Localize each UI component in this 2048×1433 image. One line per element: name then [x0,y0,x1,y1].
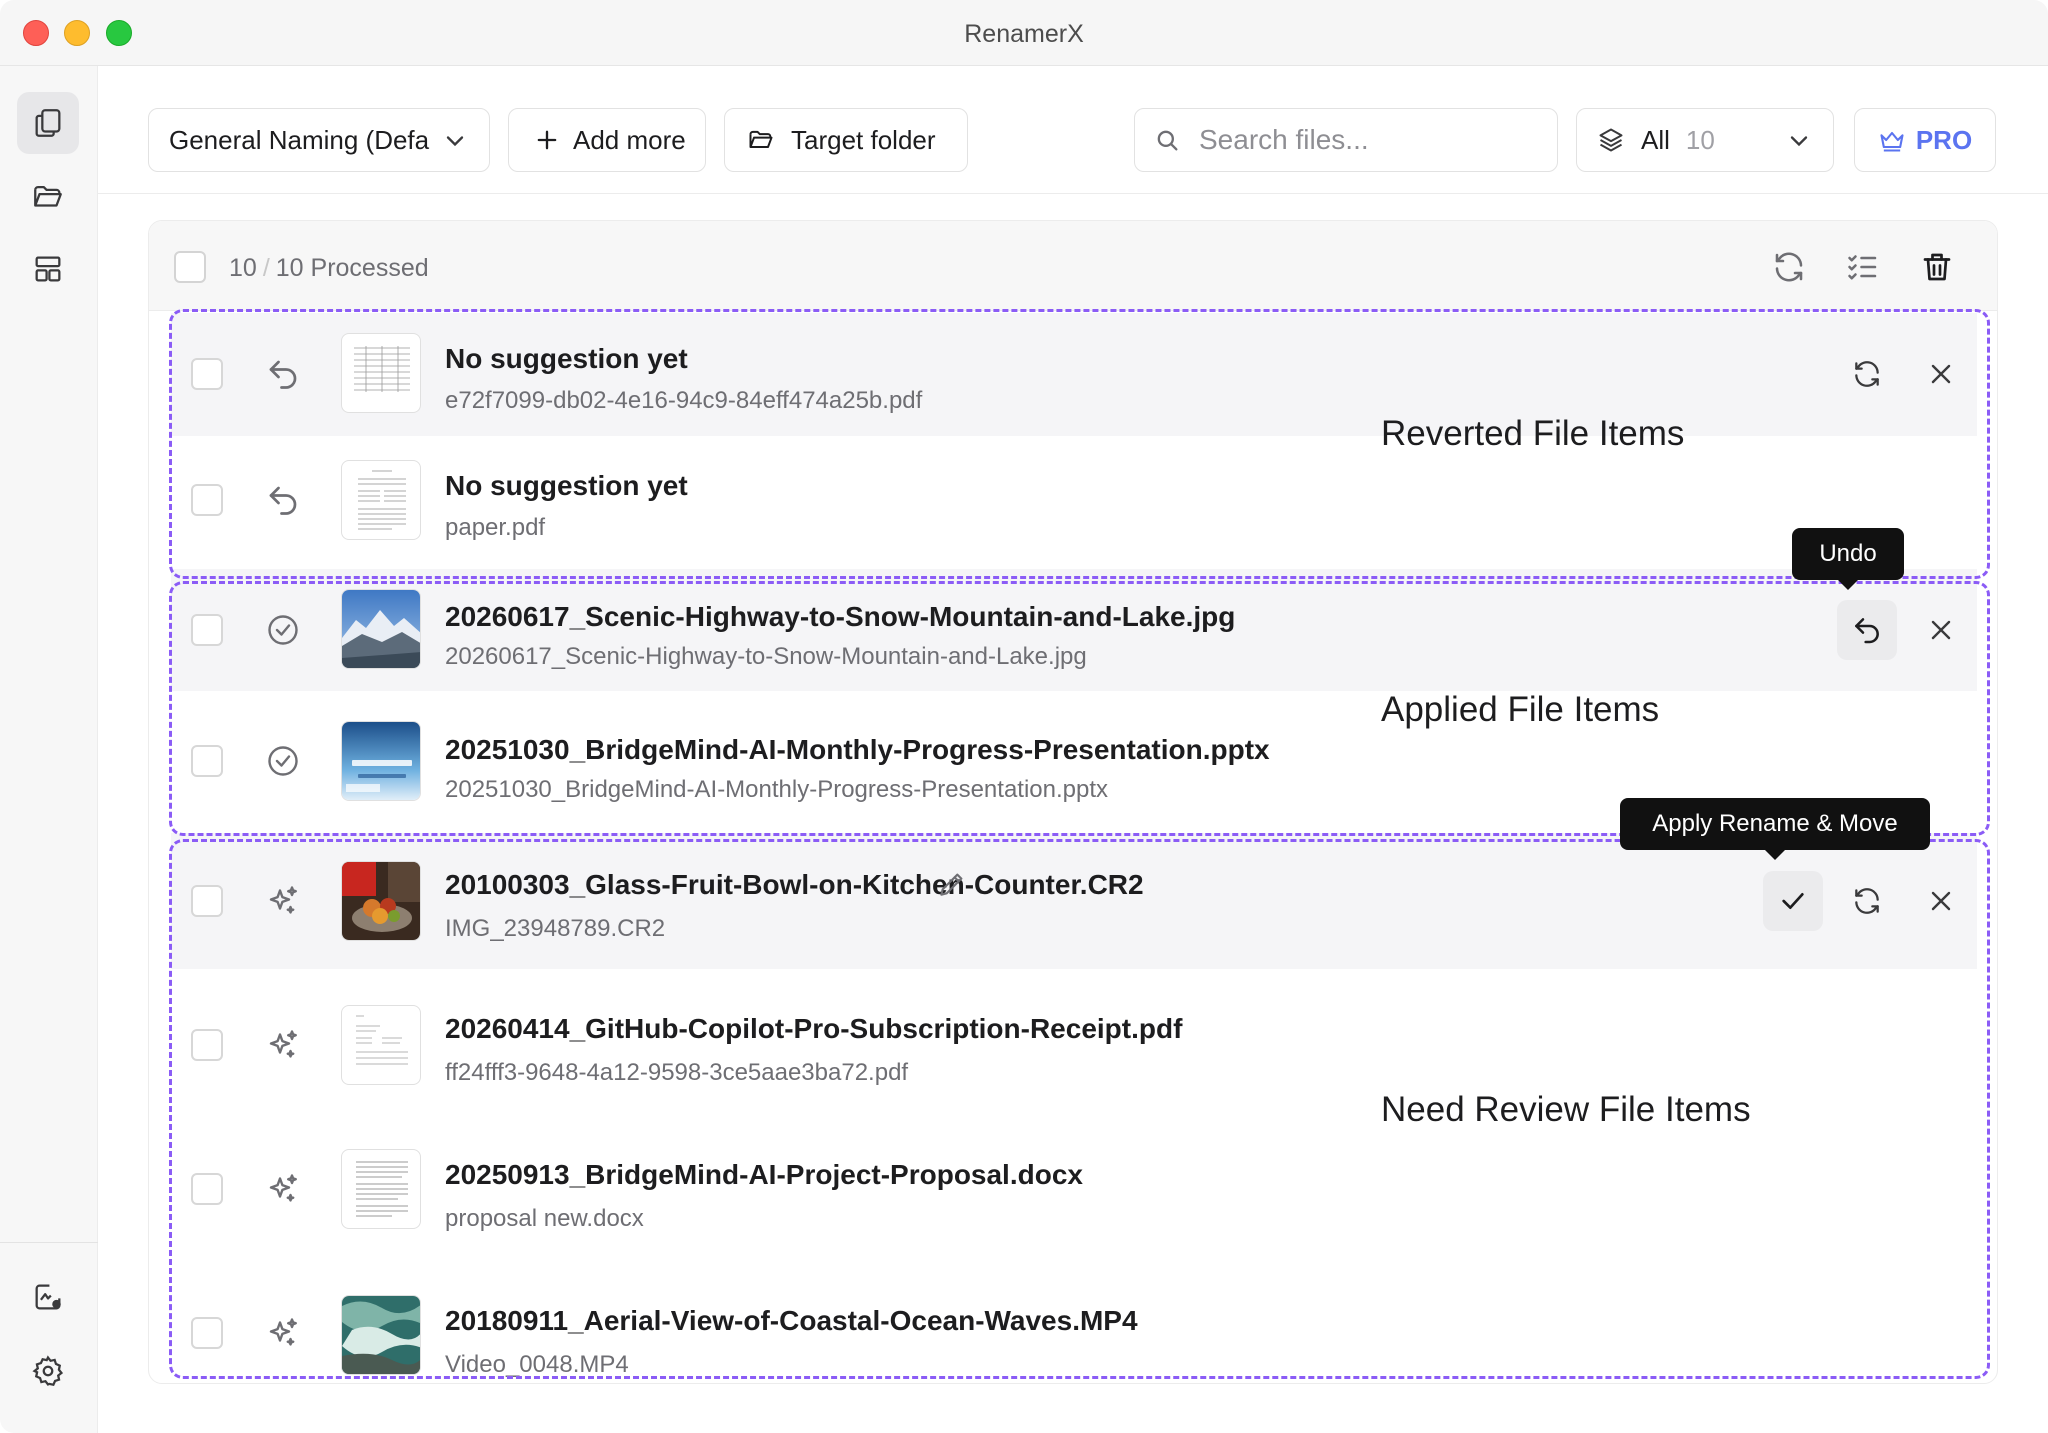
filter-label: All [1641,124,1670,155]
refresh-icon [1775,252,1803,282]
app-window: RenamerX General Naming (Defa Add more T… [0,0,2048,1433]
reverted-group-label: Reverted File Items [1381,414,1685,453]
sidebar [0,66,98,1433]
applied-group-label: Applied File Items [1381,690,1660,729]
sidebar-divider [0,1242,98,1243]
filter-count: 10 [1685,124,1715,155]
sidebar-item-settings[interactable] [17,1340,79,1402]
filter-select[interactable]: All 10 [1576,108,1834,172]
layout-icon [35,256,61,282]
processed-label: 10 Processed [275,254,429,282]
apply-tooltip: Apply Rename & Move [1620,798,1930,860]
image-activity-icon [35,1284,61,1310]
naming-profile-select[interactable]: General Naming (Defa [148,108,490,172]
refresh-all-button[interactable] [1771,249,1807,285]
add-more-label: Add more [573,124,686,155]
target-folder-label: Target folder [791,124,936,155]
review-group-label: Need Review File Items [1381,1090,1751,1129]
sidebar-item-layout[interactable] [17,238,79,300]
crown-icon [1880,131,1904,152]
toolbar: General Naming (Defa Add more Target fol… [98,66,2048,194]
trash-icon [1923,253,1951,281]
list-header: 10/10 Processed [149,221,1997,311]
checklist-icon [1848,255,1877,280]
sidebar-item-folders[interactable] [17,166,79,228]
select-list-button[interactable] [1845,249,1881,285]
naming-profile-label: General Naming (Defa [169,124,430,155]
plus-icon [537,130,557,150]
target-folder-button[interactable]: Target folder [724,108,968,172]
undo-tooltip: Undo [1792,528,1904,590]
pro-button[interactable]: PRO [1854,108,1996,172]
settings-icon [32,1355,64,1387]
search-input[interactable] [1199,124,1539,156]
search-icon [1157,130,1178,151]
select-all-checkbox[interactable] [174,251,206,283]
add-more-button[interactable]: Add more [508,108,706,172]
layers-icon [1599,128,1623,152]
title-bar: RenamerX [0,0,2048,66]
folder-open-icon [749,130,773,148]
folder-icon [34,185,62,207]
search-box[interactable] [1134,108,1558,172]
selected-count: 10 [229,254,257,282]
sidebar-item-files[interactable] [17,92,79,154]
reverted-group-outline [169,309,1990,579]
chevron-down-icon [1790,136,1808,147]
chevron-down-icon [446,136,464,147]
processed-count: 10/10 Processed [229,254,429,283]
files-icon [35,109,61,137]
sidebar-item-activity[interactable] [17,1266,79,1328]
count-separator: / [262,254,270,282]
delete-all-button[interactable] [1919,249,1955,285]
window-title: RenamerX [964,20,1084,48]
pro-label: PRO [1915,124,1973,155]
